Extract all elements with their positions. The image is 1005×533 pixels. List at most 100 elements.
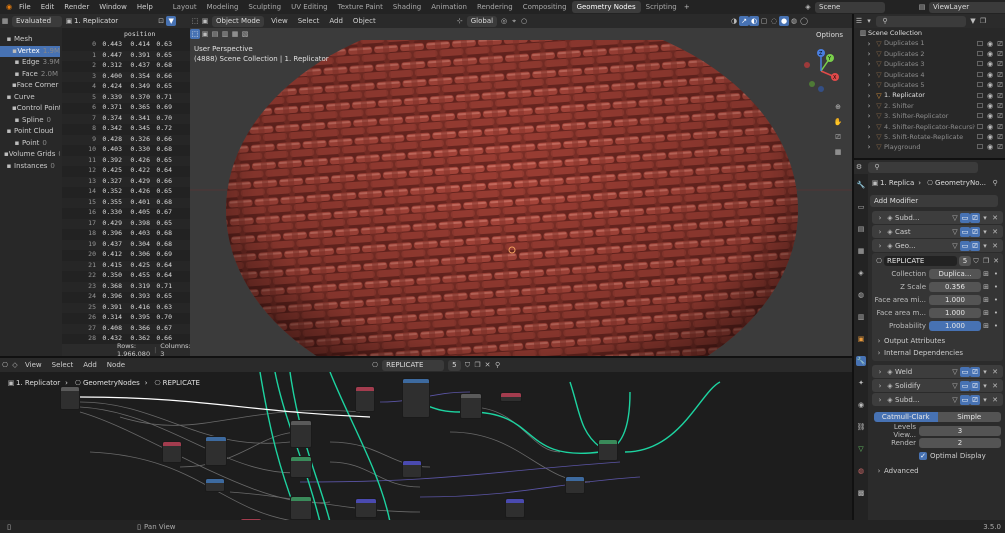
- duplicate-icon[interactable]: ❐: [981, 256, 991, 266]
- close-icon[interactable]: ✕: [990, 381, 1000, 391]
- view-layer-tab-icon[interactable]: ▦: [856, 246, 866, 256]
- data-set-control-point[interactable]: ▪ Control Point: [0, 103, 60, 115]
- dropdown-icon[interactable]: ▾: [980, 227, 990, 237]
- levels-viewport-field[interactable]: 3: [919, 425, 1001, 436]
- eye-icon[interactable]: ◉: [985, 49, 995, 59]
- unlink-close-icon[interactable]: ✕: [483, 360, 493, 370]
- data-set-face-corner[interactable]: ▪Face Corner7.8M: [0, 80, 60, 92]
- eye-icon[interactable]: ◉: [985, 59, 995, 69]
- menu-select[interactable]: Select: [293, 17, 325, 25]
- keyframe-dot-icon[interactable]: •: [991, 269, 1001, 279]
- close-icon[interactable]: ✕: [990, 395, 1000, 405]
- add-modifier-button[interactable]: Add Modifier: [870, 195, 998, 207]
- viewport-display-icon[interactable]: ▭: [960, 394, 970, 405]
- exclude-checkbox-icon[interactable]: ☐: [975, 59, 985, 69]
- data-set-edge[interactable]: ▪ Edge 3.9M: [0, 57, 60, 69]
- workspace-tab-geometry-nodes[interactable]: Geometry Nodes: [571, 1, 641, 13]
- outliner-item[interactable]: › ▽ 3. Shifter-Replicator ☐ ◉ ⎚: [854, 111, 1005, 121]
- fake-user-shield-icon[interactable]: ⛉: [463, 360, 473, 370]
- advanced-panel[interactable]: › Advanced: [874, 465, 1001, 477]
- chevron-right-icon[interactable]: ›: [875, 381, 885, 391]
- workspace-tab-rendering[interactable]: Rendering: [472, 1, 518, 13]
- attribute-toggle-icon[interactable]: ⊞: [981, 269, 991, 279]
- proportional-edit-icon[interactable]: ○: [519, 16, 529, 26]
- node-l[interactable]: [565, 476, 585, 494]
- expand-chevron-icon[interactable]: ›: [864, 49, 874, 59]
- data-set-spline[interactable]: ▪ Spline 0: [0, 115, 60, 127]
- exclude-checkbox-icon[interactable]: ☐: [975, 80, 985, 90]
- output-tab-icon[interactable]: ▤: [856, 224, 866, 234]
- chevron-right-icon[interactable]: ›: [875, 227, 885, 237]
- chevron-right-icon[interactable]: ›: [875, 395, 885, 405]
- modifier-header[interactable]: › ◈ Subd... ▽ ▭ ⎚ ▾ ✕: [872, 393, 1003, 406]
- editor-type-icon[interactable]: ⬚: [190, 16, 200, 26]
- camera-render-icon[interactable]: ⎚: [995, 101, 1005, 111]
- edit-mode-icon[interactable]: ▽: [950, 367, 960, 377]
- node-o[interactable]: [205, 478, 225, 492]
- optimal-display-checkbox[interactable]: ✓: [919, 451, 927, 460]
- outliner-item[interactable]: › ▽ 1. Replicator ☐ ◉ ⎚: [854, 90, 1005, 100]
- node-c[interactable]: [290, 420, 312, 448]
- select-new-icon[interactable]: ▣: [200, 29, 210, 39]
- node-e[interactable]: [290, 496, 312, 520]
- node-tree-users[interactable]: 5: [448, 359, 461, 371]
- outliner-item[interactable]: › ▽ Duplicates 1 ☐ ◉ ⎚: [854, 38, 1005, 48]
- blender-logo-icon[interactable]: ◉: [4, 2, 14, 12]
- particles-tab-icon[interactable]: ✦: [856, 378, 866, 388]
- fake-user-shield-icon[interactable]: ⛉: [971, 256, 981, 266]
- node-tree-type-icon[interactable]: ◇: [10, 360, 20, 370]
- render-display-icon[interactable]: ⎚: [970, 226, 980, 237]
- modifier-header[interactable]: › ◈ Geo... ▽ ▭ ⎚ ▾ ✕: [872, 239, 1003, 252]
- close-icon[interactable]: ✕: [990, 213, 1000, 223]
- exclude-checkbox-icon[interactable]: ☐: [975, 39, 985, 49]
- eye-icon[interactable]: ◉: [985, 80, 995, 90]
- data-set-volume-grids[interactable]: ▪Volume Grids0: [0, 149, 60, 161]
- workspace-tab-layout[interactable]: Layout: [168, 1, 202, 13]
- new-collection-icon[interactable]: ❐: [978, 16, 988, 26]
- pin-icon[interactable]: ⚲: [990, 178, 1000, 188]
- visibility-icon[interactable]: ◑: [729, 16, 739, 26]
- modifier-header[interactable]: › ◈ Solidify ▽ ▭ ⎚ ▾ ✕: [872, 379, 1003, 392]
- material-tab-icon[interactable]: ◍: [856, 466, 866, 476]
- close-icon[interactable]: ✕: [990, 227, 1000, 237]
- editor-type-icon[interactable]: ☰: [854, 16, 864, 26]
- camera-render-icon[interactable]: ⎚: [995, 39, 1005, 49]
- menu-select[interactable]: Select: [47, 361, 79, 369]
- chevron-right-icon[interactable]: ›: [875, 213, 885, 223]
- snap-icon[interactable]: ⌖: [509, 16, 519, 26]
- duplicate-icon[interactable]: ❐: [473, 360, 483, 370]
- menu-object[interactable]: Object: [348, 17, 381, 25]
- simple-tab[interactable]: Simple: [937, 411, 1001, 422]
- expand-chevron-icon[interactable]: ›: [864, 132, 874, 142]
- node-b[interactable]: [205, 436, 227, 466]
- render-shading-icon[interactable]: ◯: [799, 16, 809, 26]
- pivot-icon[interactable]: ◎: [499, 16, 509, 26]
- viewport-display-icon[interactable]: ▭: [960, 380, 970, 391]
- camera-render-icon[interactable]: ⎚: [995, 142, 1005, 152]
- close-icon[interactable]: ✕: [990, 367, 1000, 377]
- data-set-point-cloud[interactable]: ▪ Point Cloud: [0, 126, 60, 138]
- evaluated-dropdown[interactable]: Evaluated: [12, 15, 62, 27]
- orientation-dropdown[interactable]: Global: [466, 15, 498, 27]
- display-mode-icon[interactable]: ▾: [864, 16, 874, 26]
- attribute-toggle-icon[interactable]: ⊞: [981, 295, 991, 305]
- input-value[interactable]: 1.000: [929, 321, 981, 331]
- menu-edit[interactable]: Edit: [36, 3, 60, 11]
- viewport-display-icon[interactable]: ▭: [960, 240, 970, 251]
- node-m[interactable]: [598, 439, 618, 461]
- render-display-icon[interactable]: ⎚: [970, 240, 980, 251]
- eye-icon[interactable]: ◉: [985, 111, 995, 121]
- output-attributes-panel[interactable]: › Output Attributes: [874, 335, 1001, 347]
- node-tree-selector[interactable]: REPLICATE: [382, 359, 445, 371]
- menu-file[interactable]: File: [14, 3, 36, 11]
- input-value[interactable]: 0.356: [929, 282, 981, 292]
- editor-type-icon[interactable]: ⚙: [854, 162, 864, 172]
- data-set-instances[interactable]: ▪ Instances 0: [0, 161, 60, 173]
- node-k[interactable]: [500, 392, 522, 402]
- select-extend-icon[interactable]: ▤: [210, 29, 220, 39]
- properties-search[interactable]: ⚲: [868, 161, 978, 173]
- internal-dependencies-panel[interactable]: › Internal Dependencies: [874, 347, 1001, 359]
- outliner-item[interactable]: › ▽ Duplicates 3 ☐ ◉ ⎚: [854, 59, 1005, 69]
- chevron-right-icon[interactable]: ›: [875, 367, 885, 377]
- eye-icon[interactable]: ◉: [985, 39, 995, 49]
